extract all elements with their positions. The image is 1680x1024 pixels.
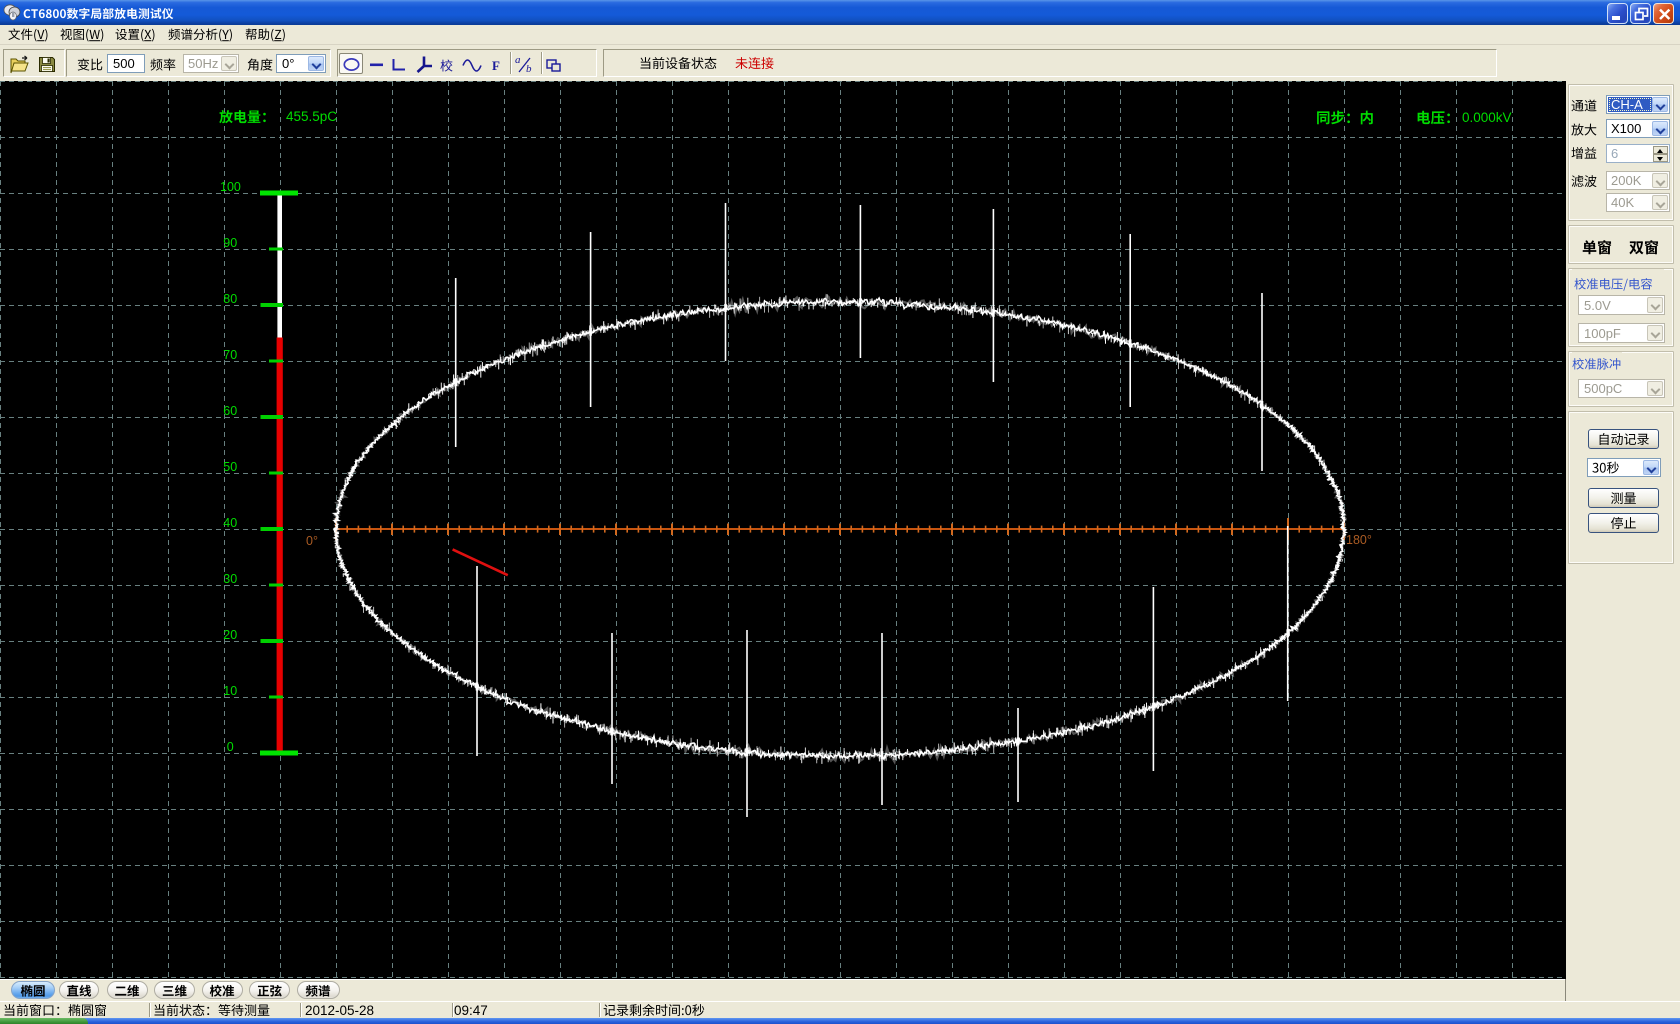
svg-text:10: 10 [223,684,237,698]
svg-text:30: 30 [223,572,237,586]
svg-text:a: a [515,54,521,66]
svg-text:80: 80 [223,292,237,306]
svg-text:70: 70 [223,348,237,362]
svg-text:0: 0 [227,740,234,754]
svg-text:90: 90 [223,236,237,250]
svg-text:0.000kV: 0.000kV [1462,110,1512,125]
svg-text:b: b [526,63,532,75]
svg-text:0°: 0° [306,534,318,548]
svg-text:40: 40 [223,516,237,530]
svg-text:180°: 180° [1346,533,1372,547]
svg-text:60: 60 [223,404,237,418]
svg-text:20: 20 [223,628,237,642]
svg-text:50: 50 [223,460,237,474]
svg-text:100: 100 [220,180,241,194]
svg-text:F: F [492,58,500,73]
svg-text:455.5pC: 455.5pC [286,109,337,124]
